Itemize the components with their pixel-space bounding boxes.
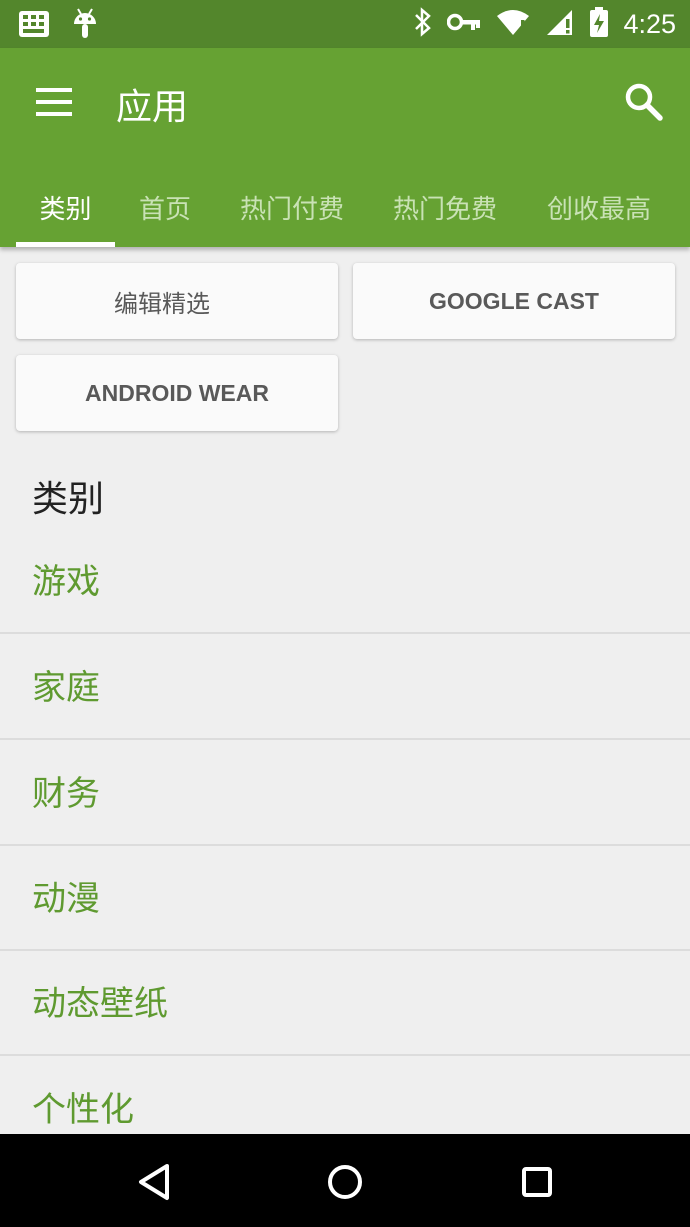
tab-categories[interactable]: 类别 <box>16 168 115 247</box>
home-button[interactable] <box>317 1154 373 1210</box>
list-item[interactable]: 家庭 <box>0 634 690 740</box>
vpn-key-icon <box>447 11 481 37</box>
search-icon <box>622 83 666 128</box>
list-item-label: 财务 <box>32 774 100 814</box>
back-icon <box>127 1164 183 1214</box>
tab-bar: 类别 首页 热门付费 热门免费 创收最高 <box>0 168 690 247</box>
list-item[interactable]: 财务 <box>0 740 690 846</box>
list-item[interactable]: 游戏 <box>0 528 690 634</box>
list-item-label: 游戏 <box>32 562 100 602</box>
section-heading: 类别 <box>32 479 105 520</box>
tab-indicator <box>16 242 115 247</box>
bluetooth-icon <box>413 7 433 41</box>
recents-icon <box>509 1167 565 1214</box>
list-item-label: 动漫 <box>32 879 100 919</box>
battery-charging-icon <box>589 6 609 42</box>
cell-signal-icon <box>545 8 575 40</box>
list-item[interactable]: 动态壁纸 <box>0 950 690 1056</box>
status-bar: 4:25 <box>0 0 690 48</box>
editors-choice-button[interactable]: 编辑精选 <box>16 263 338 339</box>
recents-button[interactable] <box>509 1154 565 1210</box>
home-icon <box>317 1165 373 1214</box>
status-time: 4:25 <box>623 8 676 39</box>
page-title: 应用 <box>116 87 189 128</box>
hamburger-icon <box>36 88 72 92</box>
tab-top-free[interactable]: 热门免费 <box>380 168 510 247</box>
tab-home[interactable]: 首页 <box>125 168 205 247</box>
search-button[interactable] <box>622 80 666 124</box>
list-item-label: 个性化 <box>32 1090 134 1130</box>
google-cast-button[interactable]: GOOGLE CAST <box>353 263 675 339</box>
system-nav-bar <box>0 1134 690 1227</box>
list-item[interactable]: 动漫 <box>0 845 690 951</box>
wifi-icon <box>495 8 531 40</box>
keyboard-icon <box>18 10 50 42</box>
android-wear-button[interactable]: ANDROID WEAR <box>16 355 338 431</box>
app-bar: 应用 类别 首页 热门付费 热门免费 创收最高 <box>0 48 690 247</box>
tab-top-grossing[interactable]: 创收最高 <box>534 168 664 247</box>
list-item-label: 家庭 <box>32 668 100 708</box>
menu-button[interactable] <box>30 82 78 124</box>
list-item-label: 动态壁纸 <box>32 984 168 1024</box>
back-button[interactable] <box>127 1154 183 1210</box>
tab-top-paid[interactable]: 热门付费 <box>226 168 358 247</box>
android-debug-icon <box>72 8 98 44</box>
